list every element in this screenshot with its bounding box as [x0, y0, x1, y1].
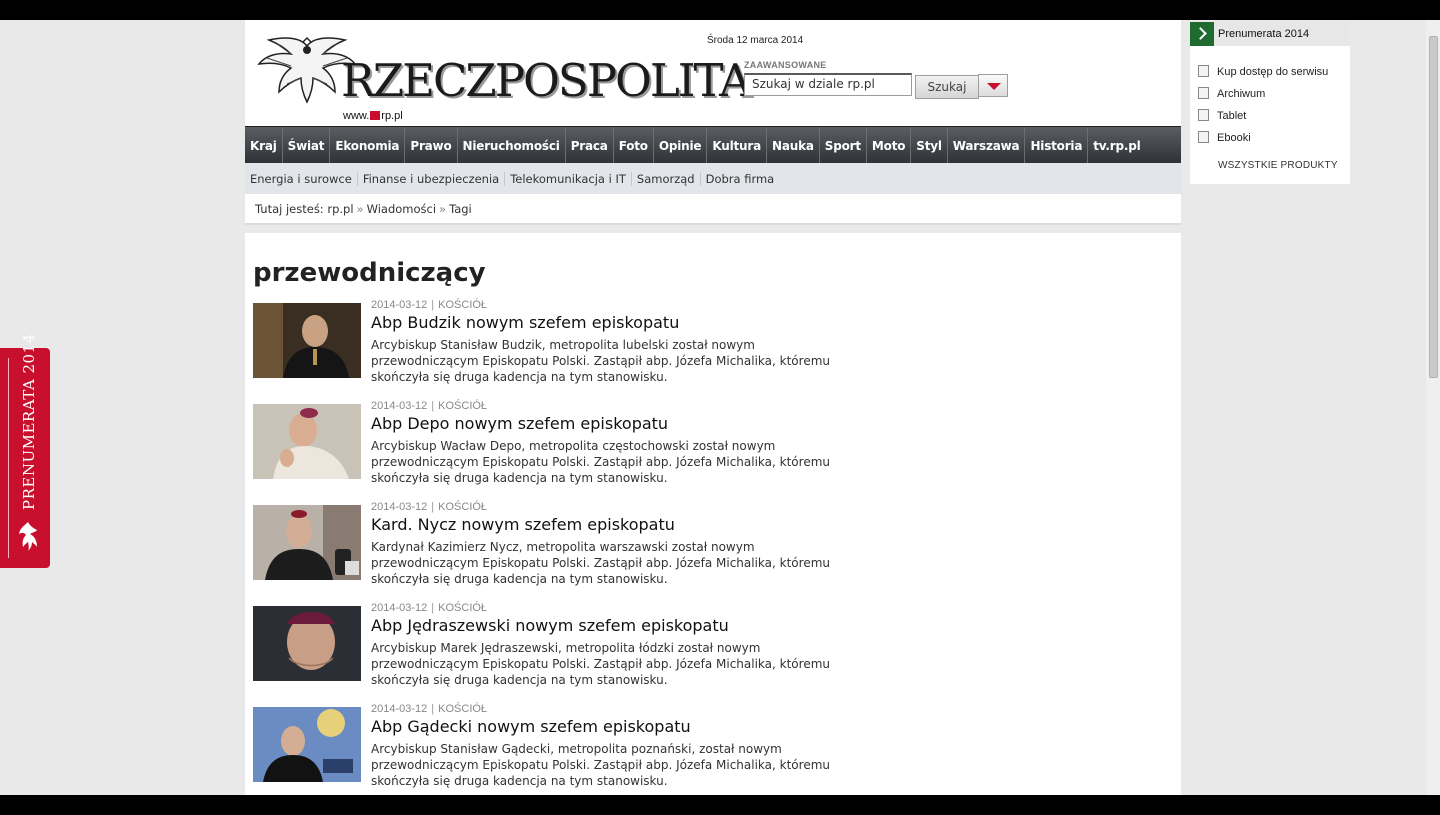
breadcrumb-link-home[interactable]: rp.pl [327, 202, 353, 216]
nav-item-kultura[interactable]: Kultura [707, 127, 767, 163]
article-title[interactable]: Abp Depo nowym szefem episkopatu [371, 414, 668, 433]
sidebar-item-tablet[interactable]: Tablet [1198, 109, 1246, 122]
tablet-icon [1198, 109, 1209, 121]
nav-item-warszawa[interactable]: Warszawa [948, 127, 1026, 163]
article-category[interactable]: KOŚCIÓŁ [438, 501, 487, 513]
search-input[interactable]: Szukaj w dziale rp.pl [744, 73, 912, 96]
nav-item-moto[interactable]: Moto [867, 127, 912, 163]
nav-item-sport[interactable]: Sport [820, 127, 867, 163]
breadcrumb-separator: » [439, 202, 447, 216]
article-meta: 2014-03-12 | KOŚCIÓŁ [371, 400, 488, 412]
logo-wordmark: RZECZPOSPOLITA [341, 54, 752, 107]
nav-item-swiat[interactable]: Świat [283, 127, 331, 163]
page-title: przewodniczący [253, 258, 486, 288]
chevron-right-icon [1190, 22, 1214, 46]
breadcrumb-separator: » [356, 202, 364, 216]
subnav-item-energia[interactable]: Energia i surowce [245, 171, 358, 186]
article-category[interactable]: KOŚCIÓŁ [438, 299, 487, 311]
eagle-icon [19, 522, 37, 551]
subnav-item-samorzad[interactable]: Samorząd [632, 171, 701, 186]
article-date: 2014-03-12 [371, 501, 428, 513]
article-item: 2014-03-12 | KOŚCIÓŁ Kard. Nycz nowym szef… [253, 501, 873, 593]
article-thumbnail[interactable] [253, 505, 361, 580]
advanced-search-link[interactable]: ZAAWANSOWANE [744, 60, 827, 70]
article-date: 2014-03-12 [371, 602, 428, 614]
article-item: 2014-03-12 | KOŚCIÓŁ Abp Budzik nowym szef… [253, 299, 873, 391]
nav-item-nieruchomosci[interactable]: Nieruchomości [458, 127, 566, 163]
nav-item-historia[interactable]: Historia [1025, 127, 1089, 163]
products-sidebar: Prenumerata 2014 Kup dostęp do serwisu A… [1190, 22, 1350, 184]
article-category[interactable]: KOŚCIÓŁ [438, 400, 487, 412]
article-lead: Arcybiskup Marek Jędraszewski, metropoli… [371, 641, 830, 687]
nav-item-kraj[interactable]: Kraj [245, 127, 283, 163]
article-lead: Arcybiskup Stanisław Budzik, metropolita… [371, 338, 830, 384]
article-date: 2014-03-12 [371, 400, 428, 412]
archive-icon [1198, 87, 1209, 99]
sidebar-item-access[interactable]: Kup dostęp do serwisu [1198, 65, 1328, 78]
nav-item-praca[interactable]: Praca [566, 127, 614, 163]
search-button[interactable]: Szukaj [915, 75, 979, 99]
subnav-item-finanse[interactable]: Finanse i ubezpieczenia [358, 171, 506, 186]
article-thumbnail[interactable] [253, 404, 361, 479]
nav-item-ekonomia[interactable]: Ekonomia [330, 127, 406, 163]
sub-nav: Energia i surowce Finanse i ubezpieczeni… [245, 163, 1181, 194]
sidebar-item-archive[interactable]: Archiwum [1198, 87, 1265, 100]
breadcrumb-link-wiadomosci[interactable]: Wiadomości [367, 202, 436, 216]
breadcrumb-link-tagi[interactable]: Tagi [449, 202, 472, 216]
article-item: 2014-03-12 | KOŚCIÓŁ Abp Depo nowym szefem… [253, 400, 873, 492]
scrollbar-thumb[interactable] [1429, 36, 1438, 378]
lock-icon [1198, 65, 1209, 77]
rp-mark-icon [370, 111, 381, 120]
nav-item-tv[interactable]: tv.rp.pl [1088, 127, 1145, 163]
article-lead: Arcybiskup Wacław Depo, metropolita częs… [371, 439, 830, 485]
article-title[interactable]: Abp Budzik nowym szefem episkopatu [371, 313, 679, 332]
article-title[interactable]: Kard. Nycz nowym szefem episkopatu [371, 515, 675, 534]
promo-divider [8, 358, 9, 558]
article-thumbnail[interactable] [253, 707, 361, 782]
article-lead: Kardynał Kazimierz Nycz, metropolita war… [371, 540, 830, 586]
article-date: 2014-03-12 [371, 703, 428, 715]
nav-item-prawo[interactable]: Prawo [405, 127, 458, 163]
article-title[interactable]: Abp Gądecki nowym szefem episkopatu [371, 717, 691, 736]
main-content: przewodniczący 2014-03-12 | KOŚCIÓŁ Abp Bu… [245, 233, 1181, 795]
browser-bottom-bar [0, 795, 1440, 815]
article-title[interactable]: Abp Jędraszewski nowym szefem episkopatu [371, 616, 729, 635]
browser-top-bar [0, 0, 1440, 20]
promo-label: PRENUMERATA 2014 [20, 333, 38, 510]
nav-item-opinie[interactable]: Opinie [654, 127, 708, 163]
nav-item-nauka[interactable]: Nauka [767, 127, 820, 163]
article-date: 2014-03-12 [371, 299, 428, 311]
article-meta: 2014-03-12 | KOŚCIÓŁ [371, 602, 488, 614]
article-category[interactable]: KOŚCIÓŁ [438, 602, 487, 614]
breadcrumb: Tutaj jesteś: rp.pl» Wiadomości» Tagi [245, 194, 1181, 225]
chevron-down-icon [987, 83, 1001, 90]
article-item: 2014-03-12 | KOŚCIÓŁ Abp Jędraszewski nowy… [253, 602, 873, 694]
site-logo[interactable]: RZECZPOSPOLITA www. rp.pl [257, 34, 752, 122]
article-thumbnail[interactable] [253, 303, 361, 378]
article-meta: 2014-03-12 | KOŚCIÓŁ [371, 501, 488, 513]
article-meta: 2014-03-12 | KOŚCIÓŁ [371, 299, 488, 311]
ebook-icon [1198, 131, 1209, 143]
article-lead: Arcybiskup Stanisław Gądecki, metropolit… [371, 742, 830, 788]
article-thumbnail[interactable] [253, 606, 361, 681]
subnav-item-telekomunikacja[interactable]: Telekomunikacja i IT [505, 171, 632, 186]
all-products-link[interactable]: WSZYSTKIE PRODUKTY [1218, 160, 1338, 171]
site-header: RZECZPOSPOLITA www. rp.pl Środa 12 marca … [245, 20, 1181, 126]
main-nav: Kraj Świat Ekonomia Prawo Nieruchomości … [245, 126, 1181, 163]
article-meta: 2014-03-12 | KOŚCIÓŁ [371, 703, 488, 715]
sidebar-item-ebooks[interactable]: Ebooki [1198, 131, 1251, 144]
search-scope-dropdown[interactable] [978, 74, 1008, 97]
article-item: 2014-03-12 | KOŚCIÓŁ Abp Gądecki nowym sze… [253, 703, 873, 795]
current-date: Środa 12 marca 2014 [707, 35, 804, 46]
subscription-promo-tab[interactable]: PRENUMERATA 2014 [0, 333, 50, 568]
nav-item-foto[interactable]: Foto [614, 127, 654, 163]
breadcrumb-prefix: Tutaj jesteś: [255, 202, 324, 216]
logo-url: www. rp.pl [343, 110, 403, 122]
subscription-header[interactable]: Prenumerata 2014 [1190, 22, 1350, 46]
article-category[interactable]: KOŚCIÓŁ [438, 703, 487, 715]
subnav-item-dobra-firma[interactable]: Dobra firma [701, 172, 780, 186]
nav-item-styl[interactable]: Styl [911, 127, 948, 163]
